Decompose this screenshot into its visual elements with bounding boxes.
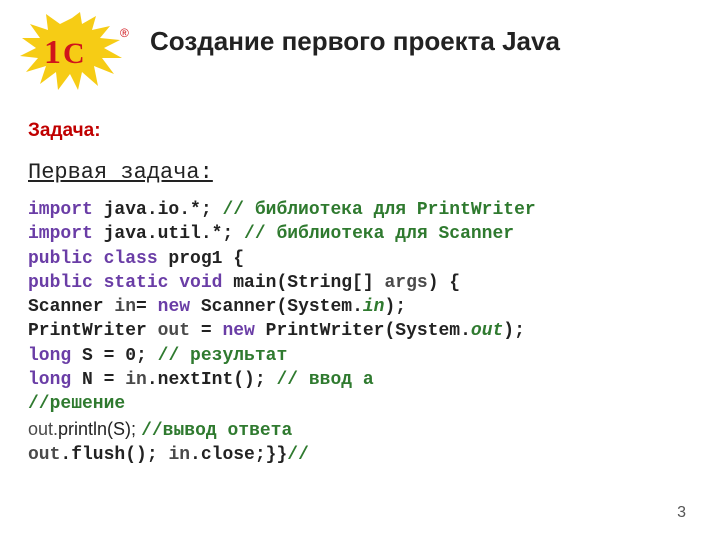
logo-one: 1 xyxy=(44,34,61,72)
code-text: ); xyxy=(503,321,525,341)
code-text: java.util.*; xyxy=(93,224,244,244)
code-line: public class prog1 { xyxy=(28,247,692,271)
code-text: main(String[] xyxy=(222,273,384,293)
code-line: Scanner in= new Scanner(System.in); xyxy=(28,295,692,319)
code-text: .nextInt(); xyxy=(147,370,277,390)
keyword: new xyxy=(158,297,190,317)
logo-text: 1 C xyxy=(44,34,85,72)
keyword: long xyxy=(28,370,71,390)
code-line: //решение xyxy=(28,392,692,416)
keyword: public static void xyxy=(28,273,222,293)
code-text: PrintWriter(System. xyxy=(255,321,471,341)
keyword: long xyxy=(28,346,71,366)
comment: // библиотека для Scanner xyxy=(244,224,514,244)
subtitle: Первая задача: xyxy=(28,160,213,185)
comment: // библиотека для PrintWriter xyxy=(222,200,535,220)
code-line: long S = 0; // результат xyxy=(28,344,692,368)
code-line: out.flush(); in.close;}}// xyxy=(28,443,692,467)
code-line: long N = in.nextInt(); // ввод a xyxy=(28,368,692,392)
keyword: import xyxy=(28,200,93,220)
code-text: ); xyxy=(384,297,406,317)
identifier: out. xyxy=(28,419,58,439)
comment: // xyxy=(287,445,309,465)
identifier: out xyxy=(28,445,60,465)
code-text: S = 0; xyxy=(71,346,157,366)
identifier: args xyxy=(384,273,427,293)
code-text: java.io.*; xyxy=(93,200,223,220)
code-block: import java.io.*; // библиотека для Prin… xyxy=(28,198,692,467)
comment: //решение xyxy=(28,394,125,414)
identifier: out xyxy=(158,321,190,341)
page-title: Создание первого проекта Java xyxy=(150,26,560,57)
comment: // ввод a xyxy=(276,370,373,390)
italic-ref: in xyxy=(363,297,385,317)
code-text: .flush(); xyxy=(60,445,168,465)
italic-ref: out xyxy=(471,321,503,341)
code-line: public static void main(String[] args) { xyxy=(28,271,692,295)
identifier: in xyxy=(168,445,190,465)
keyword: import xyxy=(28,224,93,244)
logo-c: C xyxy=(63,37,85,71)
task-label: Задача: xyxy=(28,120,101,142)
keyword: new xyxy=(222,321,254,341)
code-text: prog1 { xyxy=(158,249,244,269)
code-line: import java.util.*; // библиотека для Sc… xyxy=(28,222,692,246)
page-number: 3 xyxy=(677,504,686,522)
identifier: in xyxy=(114,297,136,317)
code-text: = xyxy=(190,321,222,341)
identifier: in xyxy=(125,370,147,390)
comment: // результат xyxy=(158,346,288,366)
code-text: ) { xyxy=(428,273,460,293)
code-line: import java.io.*; // библиотека для Prin… xyxy=(28,198,692,222)
code-text: N = xyxy=(71,370,125,390)
code-text: Scanner xyxy=(28,297,114,317)
keyword: public class xyxy=(28,249,158,269)
comment: //вывод ответа xyxy=(141,421,292,441)
code-text: Scanner(System. xyxy=(190,297,363,317)
code-text: println(S); xyxy=(58,419,141,439)
code-text: .close;}} xyxy=(190,445,287,465)
logo-registered: ® xyxy=(120,26,129,40)
code-line: PrintWriter out = new PrintWriter(System… xyxy=(28,319,692,343)
code-line: out.println(S); //вывод ответа xyxy=(28,417,692,443)
code-text: = xyxy=(136,297,158,317)
code-text: PrintWriter xyxy=(28,321,158,341)
logo-1c: 1 C ® xyxy=(20,12,125,92)
